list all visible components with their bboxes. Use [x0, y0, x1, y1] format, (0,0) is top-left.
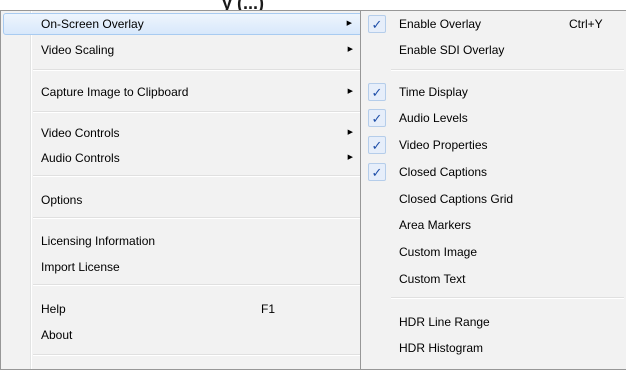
submenu-arrow-icon: ▶ [347, 129, 353, 136]
checkmark-icon: ✓ [368, 136, 386, 154]
on-screen-overlay-submenu: ✓ Enable Overlay Ctrl+Y Enable SDI Overl… [360, 10, 626, 370]
submenu-arrow-icon: ▶ [347, 88, 353, 95]
menu-item-label: Closed Captions [399, 165, 488, 179]
checkmark-icon: ✓ [368, 109, 386, 127]
menu-item-licensing-information[interactable]: Licensing Information [3, 230, 363, 252]
submenu-item-time-display[interactable]: ✓ Time Display [363, 81, 624, 103]
menu-item-shortcut: F1 [261, 302, 276, 316]
menu-separator [391, 69, 624, 71]
menu-item-label: Closed Captions Grid [399, 192, 514, 206]
menu-item-label: Audio Controls [41, 151, 120, 165]
menu-item-label: Audio Levels [399, 111, 468, 125]
submenu-item-video-properties[interactable]: ✓ Video Properties [363, 134, 624, 156]
menu-item-label: Enable Overlay [399, 17, 482, 31]
menu-separator [33, 111, 363, 113]
checkmark-icon: ✓ [368, 15, 386, 33]
menu-item-label: Licensing Information [41, 234, 156, 248]
menu-item-import-license[interactable]: Import License [3, 256, 363, 278]
menu-item-label: Time Display [399, 85, 468, 99]
submenu-item-custom-text[interactable]: Custom Text [363, 268, 624, 290]
menu-item-label: Custom Text [399, 272, 466, 286]
menu-item-help[interactable]: Help F1 [3, 298, 363, 320]
context-menu: On-Screen Overlay ▶ Video Scaling ▶ Capt… [0, 10, 366, 370]
menu-item-on-screen-overlay[interactable]: On-Screen Overlay ▶ [3, 13, 363, 35]
menu-separator [391, 297, 624, 299]
submenu-item-hdr-line-range[interactable]: HDR Line Range [363, 311, 624, 333]
menu-item-label: Enable SDI Overlay [399, 43, 505, 57]
menu-separator [33, 69, 363, 71]
menu-item-label: Video Scaling [41, 43, 115, 57]
menu-item-label: HDR Histogram [399, 341, 484, 355]
menu-item-label: On-Screen Overlay [41, 17, 144, 31]
menu-item-shortcut: Ctrl+Y [569, 17, 603, 31]
menu-separator [33, 217, 363, 219]
menu-item-label: About [41, 328, 73, 342]
menu-item-label: Capture Image to Clipboard [41, 85, 189, 99]
menu-item-label: Custom Image [399, 245, 478, 259]
menu-item-video-scaling[interactable]: Video Scaling ▶ [3, 39, 363, 61]
submenu-item-enable-overlay[interactable]: ✓ Enable Overlay Ctrl+Y [363, 13, 624, 35]
submenu-arrow-icon: ▶ [347, 46, 353, 53]
menu-item-label: Area Markers [399, 218, 472, 232]
menu-item-about[interactable]: About [3, 324, 363, 346]
menu-item-label: Video Controls [41, 126, 120, 140]
menu-item-audio-controls[interactable]: Audio Controls ▶ [3, 147, 363, 169]
submenu-item-closed-captions[interactable]: ✓ Closed Captions [363, 161, 624, 183]
submenu-item-closed-captions-grid[interactable]: Closed Captions Grid [363, 188, 624, 210]
submenu-item-audio-levels[interactable]: ✓ Audio Levels [363, 107, 624, 129]
submenu-arrow-icon: ▶ [347, 154, 353, 161]
menu-item-capture-image[interactable]: Capture Image to Clipboard ▶ [3, 81, 363, 103]
menu-separator [33, 354, 363, 356]
menu-separator [33, 284, 363, 286]
submenu-item-custom-image[interactable]: Custom Image [363, 241, 624, 263]
menu-item-label: Options [41, 193, 83, 207]
menu-item-video-controls[interactable]: Video Controls ▶ [3, 122, 363, 144]
submenu-arrow-icon: ▶ [346, 20, 352, 27]
menu-item-label: Help [41, 302, 66, 316]
menu-item-label: Video Properties [399, 138, 488, 152]
menu-item-label: HDR Line Range [399, 315, 490, 329]
submenu-item-area-markers[interactable]: Area Markers [363, 214, 624, 236]
menu-separator [33, 175, 363, 177]
submenu-item-hdr-histogram[interactable]: HDR Histogram [363, 337, 624, 359]
checkmark-icon: ✓ [368, 83, 386, 101]
checkmark-icon: ✓ [368, 163, 386, 181]
menu-item-label: Import License [41, 260, 120, 274]
menu-item-options[interactable]: Options [3, 189, 363, 211]
submenu-item-enable-sdi-overlay[interactable]: Enable SDI Overlay [363, 39, 624, 61]
